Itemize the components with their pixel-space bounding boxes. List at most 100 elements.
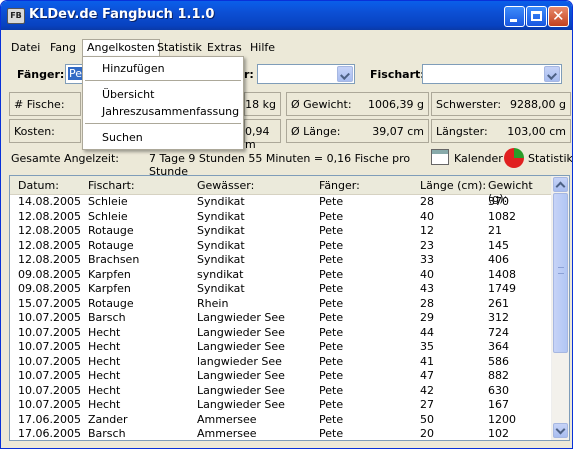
table-cell: 40 [420, 209, 434, 223]
menu-statistik[interactable]: Statistik [153, 40, 206, 56]
close-button[interactable]: ✕ [548, 6, 569, 27]
table-row[interactable]: 15.07.2005 Rotauge Rhein Pete 28 261 [10, 297, 553, 311]
kalender-label: Kalender [454, 152, 503, 165]
table-cell: Pete [319, 398, 344, 411]
table-row[interactable]: 09.08.2005 Karpfen Syndikat Pete 43 1749 [10, 282, 553, 296]
table-cell: 10.07.2005 [18, 398, 81, 411]
menu-extras[interactable]: Extras [203, 40, 246, 56]
table-cell: 12 [420, 224, 434, 237]
col-fischart[interactable]: Fischart: [88, 179, 135, 192]
table-cell: Pete [319, 224, 344, 237]
col-faenger[interactable]: Fänger: [319, 179, 360, 192]
kalender-button[interactable]: Kalender [430, 147, 503, 169]
table-row[interactable]: 12.08.2005 Brachsen Syndikat Pete 33 406 [10, 253, 553, 267]
schwerster-value: 9288,00 g [510, 98, 566, 111]
chevron-up-icon [555, 181, 566, 192]
table-cell: Pete [319, 369, 344, 382]
minimize-button[interactable] [504, 6, 525, 27]
table-row[interactable]: 10.07.2005 Hecht Langwieder See Pete 35 364 [10, 340, 553, 354]
table-cell: 724 [488, 325, 509, 339]
fischart-combo[interactable] [422, 64, 562, 84]
table-cell: Karpfen [88, 267, 131, 281]
fische-label: # Fische: [14, 98, 65, 111]
table-cell: Schleie [88, 209, 128, 223]
table-cell: syndikat [197, 267, 244, 281]
table-cell: Ammersee [197, 427, 257, 440]
vertical-scrollbar[interactable] [551, 176, 569, 440]
menu-item-jahreszusammenfassung[interactable]: Jahreszusammenfassung [102, 105, 239, 118]
title-bar[interactable]: FB KLDev.de Fangbuch 1.1.0 ✕ [1, 1, 572, 30]
grip-icon [558, 267, 564, 274]
menu-item-suchen[interactable]: Suchen [102, 131, 143, 144]
scroll-down-button[interactable] [553, 423, 568, 438]
chevron-down-icon[interactable] [337, 66, 353, 82]
table-cell: Pete [319, 253, 344, 266]
table-cell: Hecht [88, 398, 121, 411]
col-gewaesser[interactable]: Gewässer: [197, 179, 254, 192]
gewaesser-combo[interactable] [257, 64, 355, 84]
pie-chart-icon [504, 148, 524, 168]
table-row[interactable]: 14.08.2005 Schleie Syndikat Pete 28 370 [10, 195, 553, 209]
table-row[interactable]: 10.07.2005 Barsch Langwieder See Pete 29 312 [10, 311, 553, 325]
statistik-label: Statistik [528, 152, 573, 165]
chevron-down-icon[interactable] [544, 66, 560, 82]
catch-table[interactable]: Datum: Fischart: Gewässer: Fänger: Länge… [9, 175, 570, 441]
laenge-label: Ø Länge: [291, 125, 341, 138]
faenger-value: Pe [68, 67, 84, 80]
table-cell: Barsch [88, 427, 126, 440]
menu-datei[interactable]: Datei [7, 40, 44, 56]
kosten-label: Kosten: [14, 125, 55, 138]
table-cell: 41 [420, 354, 434, 368]
fische-stat: # Fische: [9, 92, 81, 116]
table-cell: 10.07.2005 [18, 340, 81, 353]
fischart-label: Fischart: [370, 68, 425, 81]
menu-hilfe[interactable]: Hilfe [246, 40, 279, 56]
faenger-label: Fänger: [17, 68, 65, 81]
table-cell: 40 [420, 267, 434, 281]
menu-angelkosten[interactable]: Angelkosten [82, 39, 160, 56]
table-cell: 586 [488, 354, 509, 368]
table-cell: Pete [319, 238, 344, 252]
maximize-button[interactable] [526, 6, 547, 27]
table-cell: Syndikat [197, 224, 245, 237]
table-cell: Pete [319, 325, 344, 339]
table-cell: Langwieder See [197, 340, 285, 353]
calendar-icon [431, 149, 449, 165]
menu-bar: Datei Fang Angelkosten Statistik Extras … [1, 38, 572, 56]
table-row[interactable]: 17.06.2005 Barsch Ammersee Pete 20 102 [10, 427, 553, 440]
laengster-value: 103,00 cm [507, 125, 566, 138]
table-cell: Pete [319, 340, 344, 353]
scroll-thumb[interactable] [553, 193, 568, 353]
gewicht-value: 1006,39 g [368, 98, 424, 111]
table-row[interactable]: 12.08.2005 Schleie Syndikat Pete 40 1082 [10, 210, 553, 224]
table-row[interactable]: 10.07.2005 Hecht langwieder See Pete 41 586 [10, 355, 553, 369]
table-cell: 15.07.2005 [18, 296, 81, 310]
col-laenge[interactable]: Länge (cm): [420, 179, 486, 192]
table-cell: Pete [319, 209, 344, 223]
table-cell: 27 [420, 398, 434, 411]
table-cell: 47 [420, 369, 434, 382]
table-row[interactable]: 10.07.2005 Hecht Langwieder See Pete 27 167 [10, 398, 553, 412]
table-row[interactable]: 09.08.2005 Karpfen syndikat Pete 40 1408 [10, 268, 553, 282]
app-window: FB KLDev.de Fangbuch 1.1.0 ✕ Datei Fang … [0, 0, 573, 449]
table-cell: 28 [420, 195, 434, 208]
table-cell: 09.08.2005 [18, 267, 81, 281]
table-row[interactable]: 10.07.2005 Hecht Langwieder See Pete 42 630 [10, 384, 553, 398]
table-cell: Pete [319, 296, 344, 310]
table-cell: 145 [488, 238, 509, 252]
col-datum[interactable]: Datum: [18, 179, 59, 192]
table-cell: Brachsen [88, 253, 140, 266]
table-cell: Schleie [88, 195, 128, 208]
gesamtgewicht-value: 18 kg [245, 98, 276, 111]
menu-fang[interactable]: Fang [46, 40, 80, 56]
scroll-up-button[interactable] [553, 177, 568, 192]
menu-item-hinzufuegen[interactable]: Hinzufügen [102, 62, 165, 75]
menu-item-uebersicht[interactable]: Übersicht [102, 88, 154, 101]
statistik-button[interactable]: Statistik [503, 147, 573, 169]
table-row[interactable]: 17.06.2005 Zander Ammersee Pete 50 1200 [10, 413, 553, 427]
table-cell: Pete [319, 195, 344, 208]
table-row[interactable]: 12.08.2005 Rotauge Syndikat Pete 12 21 [10, 224, 553, 238]
table-row[interactable]: 10.07.2005 Hecht Langwieder See Pete 47 882 [10, 369, 553, 383]
table-row[interactable]: 12.08.2005 Rotauge Syndikat Pete 23 145 [10, 239, 553, 253]
table-row[interactable]: 10.07.2005 Hecht Langwieder See Pete 44 724 [10, 326, 553, 340]
